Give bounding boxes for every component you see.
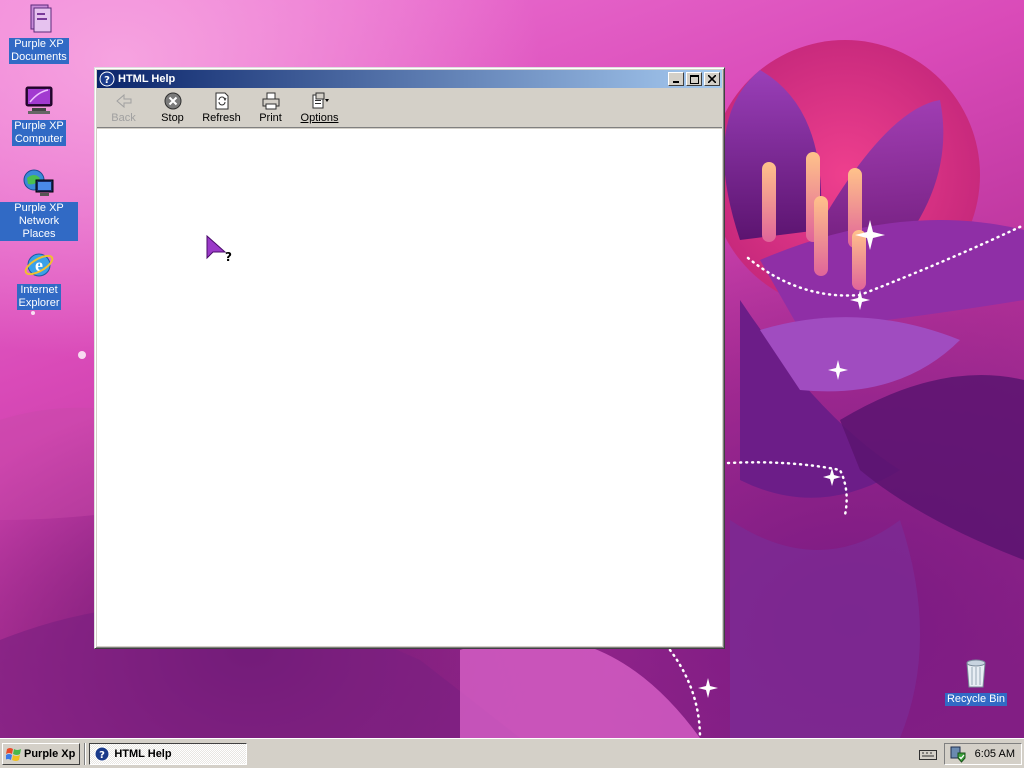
- taskbar-item-html-help[interactable]: ? HTML Help: [89, 742, 248, 765]
- my-documents-icon: [30, 4, 52, 33]
- desktop-icon-label: Purple XP Documents: [9, 38, 69, 64]
- desktop-icon-network[interactable]: Purple XP Network Places: [0, 166, 78, 241]
- maximize-icon: [689, 74, 699, 84]
- options-button[interactable]: Options: [295, 91, 344, 127]
- desktop-icon-recycle-bin[interactable]: Recycle Bin: [937, 657, 1015, 706]
- desktop-icon-internet-explorer[interactable]: e Internet Explorer: [0, 248, 78, 310]
- close-button[interactable]: [704, 72, 720, 86]
- options-icon: [312, 92, 329, 109]
- svg-text:?: ?: [104, 75, 110, 86]
- window-titlebar[interactable]: ? HTML Help: [97, 70, 722, 88]
- internet-explorer-icon: e: [24, 253, 54, 277]
- desktop-icon-computer[interactable]: Purple XP Computer: [0, 84, 78, 146]
- clock[interactable]: 6:05 AM: [975, 748, 1015, 760]
- stop-button[interactable]: Stop: [148, 91, 197, 127]
- refresh-label: Refresh: [202, 112, 241, 124]
- refresh-button[interactable]: Refresh: [197, 91, 246, 127]
- desktop-icon-label: Internet Explorer: [16, 284, 62, 310]
- network-places-icon: [23, 169, 54, 196]
- start-button[interactable]: Purple Xp: [2, 742, 81, 765]
- stop-icon: [164, 92, 181, 110]
- maximize-button[interactable]: [686, 72, 702, 86]
- options-label: Options: [300, 112, 339, 124]
- print-button[interactable]: Print: [246, 91, 295, 127]
- help-toolbar: Back Stop Refresh Print Options: [97, 88, 722, 128]
- help-cursor-icon: ?: [206, 234, 232, 264]
- printer-icon: [262, 92, 279, 110]
- stop-label: Stop: [161, 112, 184, 124]
- help-icon: ?: [99, 71, 115, 87]
- start-label: Purple Xp: [24, 747, 76, 760]
- system-tray: 6:05 AM: [943, 742, 1022, 765]
- back-arrow-icon: [115, 93, 131, 109]
- minimize-icon: [673, 81, 679, 83]
- keyboard-icon: [918, 749, 937, 760]
- svg-text:?: ?: [225, 250, 232, 264]
- desktop-icon-documents[interactable]: Purple XP Documents: [0, 2, 78, 64]
- network-shield-icon[interactable]: [949, 745, 967, 763]
- window-title: HTML Help: [118, 73, 176, 85]
- recycle-bin-icon: [966, 659, 986, 688]
- close-icon: [708, 75, 716, 83]
- taskbar: Purple Xp ? HTML Help 6:05 AM: [0, 738, 1024, 768]
- my-computer-icon: [25, 86, 53, 114]
- windows-logo-icon: [6, 747, 21, 761]
- back-label: Back: [111, 112, 136, 124]
- refresh-icon: [215, 92, 228, 110]
- desktop-icon-label: Recycle Bin: [944, 693, 1008, 706]
- back-button[interactable]: Back: [99, 91, 148, 127]
- minimize-button[interactable]: [668, 72, 684, 86]
- taskbar-item-label: HTML Help: [114, 747, 172, 760]
- print-label: Print: [259, 112, 282, 124]
- desktop-icon-label: Purple XP Network Places: [0, 202, 78, 241]
- help-icon: ?: [94, 746, 110, 761]
- html-help-window[interactable]: ? HTML Help Back Stop Refresh Print Opti…: [94, 67, 725, 649]
- help-content-pane[interactable]: ?: [97, 129, 722, 646]
- svg-text:?: ?: [99, 750, 105, 761]
- keyboard-tray-button[interactable]: [918, 744, 938, 764]
- desktop-icon-label: Purple XP Computer: [12, 120, 66, 146]
- taskbar-separator: [84, 742, 87, 765]
